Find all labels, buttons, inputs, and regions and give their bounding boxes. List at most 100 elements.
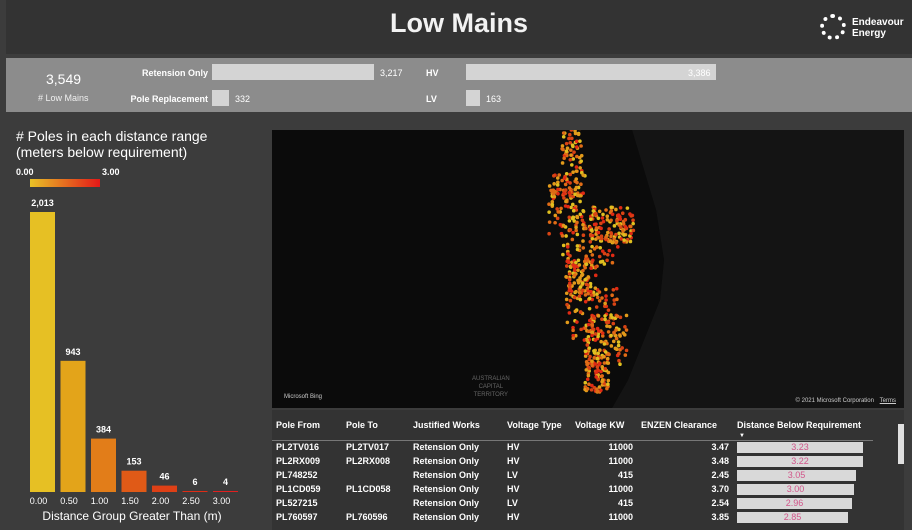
distance-bar[interactable] <box>152 485 177 492</box>
terms-link[interactable]: Terms <box>880 398 896 404</box>
col-voltage-type[interactable]: Voltage Type <box>503 410 571 441</box>
map-pole-dot <box>623 325 627 329</box>
cell-justified-works: Retension Only <box>413 512 480 522</box>
map-pole-dot <box>566 260 571 265</box>
col-enzen-clearance[interactable]: ENZEN Clearance <box>637 410 733 441</box>
col-distance-below[interactable]: Distance Below Requirement ▼ <box>733 410 873 441</box>
map-pole-dot <box>587 296 592 301</box>
map-pole-dot <box>592 247 597 251</box>
map-pole-dot <box>581 268 585 273</box>
map-pole-dot <box>590 363 594 368</box>
table-row[interactable]: PL760597 PL760596 Retension Only HV 11000 3.8… <box>272 510 873 524</box>
col-justified-works[interactable]: Justified Works <box>409 410 503 441</box>
map-pole-dot <box>561 252 565 257</box>
map-pole-dot <box>570 216 575 221</box>
map-pole-dot <box>567 272 572 276</box>
bar-data-label: 4 <box>223 477 228 487</box>
map-pole-dot <box>586 373 591 378</box>
distance-bar[interactable] <box>30 212 55 492</box>
map-pole-dot <box>601 212 605 217</box>
map-pole-dot <box>593 286 598 290</box>
map-pole-dot <box>615 297 619 302</box>
map-pole-dot <box>555 216 560 221</box>
map-pole-dot <box>567 311 572 315</box>
distance-bar[interactable] <box>91 438 116 492</box>
map-pole-dot <box>553 220 557 225</box>
map-pole-dot <box>610 212 615 217</box>
table-scrollbar[interactable] <box>898 424 904 464</box>
map-attribution: © 2021 Microsoft Corporation Terms <box>796 398 896 404</box>
col-pole-from[interactable]: Pole From <box>272 410 342 441</box>
map-pole-dot <box>575 220 579 225</box>
map-canvas[interactable] <box>272 130 904 408</box>
map-pole-dot <box>618 315 623 320</box>
map-pole-dot <box>579 144 583 148</box>
distance-bar[interactable] <box>121 470 147 492</box>
map-pole-dot <box>587 366 592 370</box>
pole-map[interactable]: AUSTRALIAN CAPITAL TERRITORY Microsoft B… <box>272 130 904 408</box>
cell-justified-works: Retension Only <box>413 456 480 466</box>
map-pole-dot <box>607 248 612 253</box>
distance-bar[interactable] <box>60 360 86 492</box>
map-pole-dot <box>592 356 597 360</box>
cell-pole-from: PL1CD059 <box>276 484 321 494</box>
lv-bar[interactable] <box>466 90 480 106</box>
cell-pole-from: PL760597 <box>276 512 318 522</box>
map-pole-dot <box>575 320 579 324</box>
cell-pole-from: PL527215 <box>276 498 318 508</box>
pole-replacement-bar[interactable] <box>212 90 229 106</box>
retension-bar[interactable] <box>212 64 374 80</box>
map-pole-dot <box>547 231 551 236</box>
map-pole-dot <box>579 273 584 278</box>
distance-bar[interactable] <box>182 491 208 492</box>
map-pole-dot <box>622 238 626 242</box>
bar-data-label: 2,013 <box>31 198 54 208</box>
cell-pole-to: PL2TV017 <box>346 442 390 453</box>
map-pole-dot <box>607 227 611 231</box>
map-pole-dot <box>597 298 602 303</box>
map-pole-dot <box>631 228 636 233</box>
map-pole-dot <box>574 228 578 233</box>
map-pole-dot <box>587 346 592 350</box>
bar-data-label: 46 <box>159 472 169 482</box>
map-pole-dot <box>574 165 579 169</box>
map-pole-dot <box>592 222 597 227</box>
map-pole-dot <box>578 166 582 170</box>
map-pole-dot <box>606 361 611 365</box>
distance-bar[interactable] <box>213 491 238 492</box>
map-pole-dot <box>616 340 621 344</box>
map-pole-dot <box>570 237 575 242</box>
map-pole-dot <box>575 154 579 159</box>
map-pole-dot <box>598 260 603 264</box>
table-row[interactable]: PL748252 Retension Only LV 415 2.45 3.05 <box>272 468 873 482</box>
map-pole-dot <box>593 273 598 278</box>
map-pole-dot <box>578 139 582 143</box>
map-pole-dot <box>590 359 594 363</box>
map-pole-dot <box>578 310 583 314</box>
map-pole-dot <box>563 182 568 187</box>
col-pole-to[interactable]: Pole To <box>342 410 409 441</box>
table-row[interactable]: PL1CD059 PL1CD058 Retension Only HV 11000 3.7… <box>272 482 873 496</box>
map-pole-dot <box>547 184 552 188</box>
map-pole-dot <box>590 333 594 338</box>
map-pole-dot <box>568 172 573 177</box>
cell-distance-below: 2.96 <box>733 496 873 510</box>
map-pole-dot <box>576 268 580 273</box>
col-voltage-kw[interactable]: Voltage KW <box>571 410 637 441</box>
map-pole-dot <box>563 204 568 208</box>
map-pole-dot <box>562 176 567 181</box>
map-pole-dot <box>581 208 585 213</box>
x-tick-label: 0.00 <box>30 496 48 506</box>
map-pole-dot <box>567 190 572 195</box>
map-pole-dot <box>617 358 621 363</box>
map-pole-dot <box>581 239 585 243</box>
land-shape <box>272 130 664 408</box>
table-row[interactable]: PL527215 Retension Only LV 415 2.54 2.96 <box>272 496 873 510</box>
distance-chart-title-line1: # Poles in each distance range <box>16 128 208 144</box>
map-pole-dot <box>561 223 566 228</box>
map-pole-dot <box>586 322 591 327</box>
table-row[interactable]: PL2RX009 PL2RX008 Retension Only HV 11000 3.4… <box>272 454 873 468</box>
hv-bar[interactable] <box>466 64 716 80</box>
table-row[interactable]: PL2TV016 PL2TV017 Retension Only HV 11000 3.4… <box>272 440 873 454</box>
map-pole-dot <box>567 277 572 282</box>
